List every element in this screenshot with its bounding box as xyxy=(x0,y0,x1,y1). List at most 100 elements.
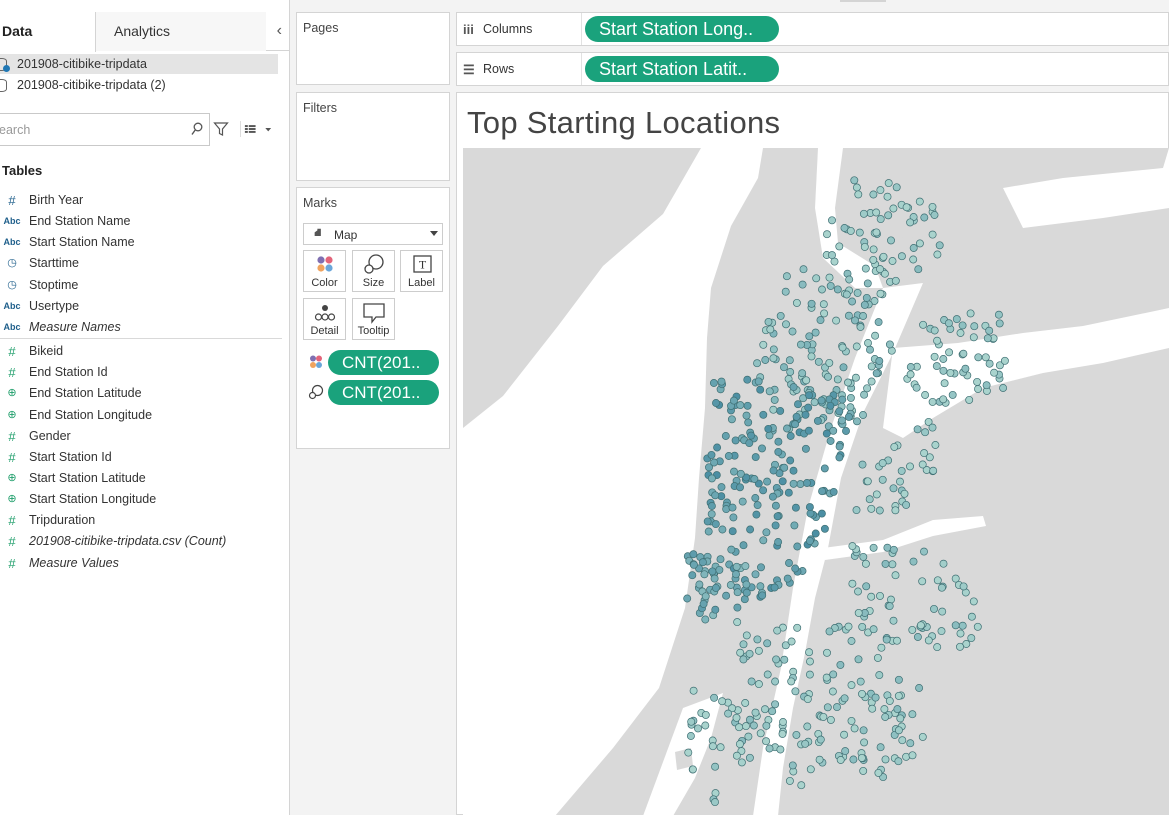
station-mark[interactable] xyxy=(738,497,747,506)
station-mark[interactable] xyxy=(906,370,915,379)
station-mark[interactable] xyxy=(908,710,917,719)
station-mark[interactable] xyxy=(881,755,890,764)
station-mark[interactable] xyxy=(857,753,866,762)
station-mark[interactable] xyxy=(756,385,765,394)
size-button[interactable]: Size xyxy=(352,250,395,292)
station-mark[interactable] xyxy=(916,621,925,630)
station-mark[interactable] xyxy=(783,574,792,583)
station-mark[interactable] xyxy=(875,357,884,365)
station-mark[interactable] xyxy=(792,298,801,307)
station-mark[interactable] xyxy=(929,466,938,475)
station-mark[interactable] xyxy=(874,768,883,777)
station-mark[interactable] xyxy=(737,758,746,767)
search-input[interactable]: earch xyxy=(0,113,210,146)
station-mark[interactable] xyxy=(704,527,713,536)
station-mark[interactable] xyxy=(931,441,940,449)
station-mark[interactable] xyxy=(786,368,795,376)
station-mark[interactable] xyxy=(730,467,738,476)
station-mark[interactable] xyxy=(811,529,820,538)
station-mark[interactable] xyxy=(711,798,719,807)
station-mark[interactable] xyxy=(893,636,901,645)
station-mark[interactable] xyxy=(828,216,836,225)
station-mark[interactable] xyxy=(814,357,823,366)
station-mark[interactable] xyxy=(822,673,831,682)
station-mark[interactable] xyxy=(892,183,901,192)
station-mark[interactable] xyxy=(695,580,704,589)
station-mark[interactable] xyxy=(959,349,968,358)
station-mark[interactable] xyxy=(856,677,865,686)
station-mark[interactable] xyxy=(801,739,810,748)
station-mark[interactable] xyxy=(805,332,814,341)
station-mark[interactable] xyxy=(793,542,802,551)
station-mark[interactable] xyxy=(867,362,876,371)
station-mark[interactable] xyxy=(891,571,900,580)
station-mark[interactable] xyxy=(718,697,727,706)
station-mark[interactable] xyxy=(793,623,802,632)
station-mark[interactable] xyxy=(745,649,754,658)
station-mark[interactable] xyxy=(969,597,978,606)
search-icon[interactable] xyxy=(191,122,203,136)
station-mark[interactable] xyxy=(787,677,796,686)
field-item[interactable]: ◷ Stoptime xyxy=(0,275,282,296)
station-mark[interactable] xyxy=(973,377,982,386)
station-mark[interactable] xyxy=(900,489,909,498)
station-mark[interactable] xyxy=(728,503,737,512)
field-item[interactable]: # Gender xyxy=(0,426,282,447)
station-mark[interactable] xyxy=(776,406,785,415)
station-mark[interactable] xyxy=(933,643,942,652)
station-mark[interactable] xyxy=(844,622,853,631)
station-mark[interactable] xyxy=(818,285,826,294)
station-mark[interactable] xyxy=(869,255,878,264)
station-mark[interactable] xyxy=(801,444,810,453)
station-mark[interactable] xyxy=(736,483,744,492)
station-mark[interactable] xyxy=(782,320,790,329)
station-mark[interactable] xyxy=(938,607,947,616)
tab-analytics[interactable]: Analytics xyxy=(96,12,266,51)
station-mark[interactable] xyxy=(852,506,861,515)
station-mark[interactable] xyxy=(779,718,787,726)
station-mark[interactable] xyxy=(840,694,849,703)
station-mark[interactable] xyxy=(710,574,719,583)
station-mark[interactable] xyxy=(711,583,720,592)
station-mark[interactable] xyxy=(849,755,858,764)
station-mark[interactable] xyxy=(885,340,894,349)
station-mark[interactable] xyxy=(742,631,751,640)
station-mark[interactable] xyxy=(688,765,697,774)
station-mark[interactable] xyxy=(780,463,789,472)
station-mark[interactable] xyxy=(921,428,930,437)
station-mark[interactable] xyxy=(860,738,869,747)
station-mark[interactable] xyxy=(902,752,911,761)
station-mark[interactable] xyxy=(792,730,801,739)
station-mark[interactable] xyxy=(812,274,821,283)
station-mark[interactable] xyxy=(967,634,976,643)
station-mark[interactable] xyxy=(860,242,869,251)
station-mark[interactable] xyxy=(958,321,967,330)
station-mark[interactable] xyxy=(863,477,872,486)
station-mark[interactable] xyxy=(878,475,887,484)
station-mark[interactable] xyxy=(727,415,736,424)
station-mark[interactable] xyxy=(699,599,708,608)
station-mark[interactable] xyxy=(715,565,724,574)
station-mark[interactable] xyxy=(909,244,918,252)
station-mark[interactable] xyxy=(875,506,884,515)
station-mark[interactable] xyxy=(731,436,740,445)
station-mark[interactable] xyxy=(839,363,848,372)
station-mark[interactable] xyxy=(739,640,748,649)
station-mark[interactable] xyxy=(915,239,924,248)
station-mark[interactable] xyxy=(784,488,793,497)
station-mark[interactable] xyxy=(701,710,710,719)
station-mark[interactable] xyxy=(765,387,774,396)
station-mark[interactable] xyxy=(844,412,853,421)
station-mark[interactable] xyxy=(846,393,855,402)
station-mark[interactable] xyxy=(933,250,942,259)
station-mark[interactable] xyxy=(758,591,767,600)
station-mark[interactable] xyxy=(791,420,800,429)
station-mark[interactable] xyxy=(742,580,751,589)
station-mark[interactable] xyxy=(759,340,768,349)
station-mark[interactable] xyxy=(970,322,979,331)
station-mark[interactable] xyxy=(967,612,976,621)
field-item[interactable]: ⊕ End Station Longitude xyxy=(0,405,282,426)
filter-icon[interactable] xyxy=(213,121,229,137)
station-mark[interactable] xyxy=(983,334,992,343)
field-item[interactable]: ⊕ Start Station Latitude xyxy=(0,468,282,489)
